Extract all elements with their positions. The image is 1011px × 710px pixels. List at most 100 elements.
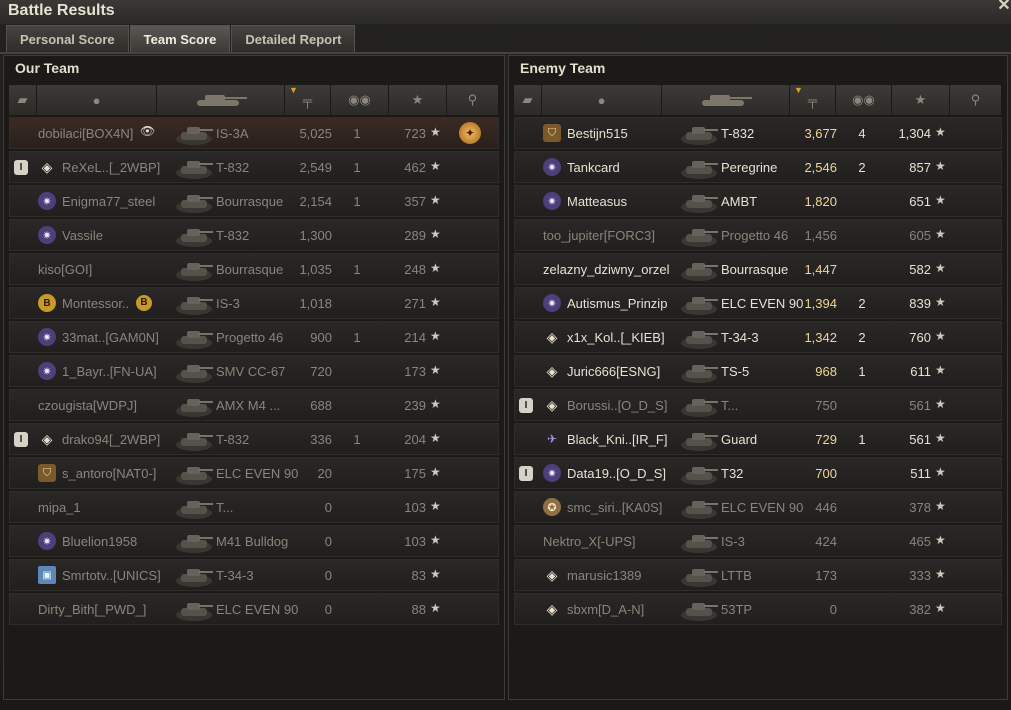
our-team-panel: Our Team ▰ ● ╤ ▼ ◉◉ ★ ⚲ dobilaci[BOX4N] 👁 IS-3A 5… <box>3 55 505 700</box>
kills-value: 4 <box>858 126 866 141</box>
header-kills-icon[interactable]: ◉◉ <box>836 85 892 115</box>
header-platoon-icon[interactable]: ▰ <box>9 85 37 115</box>
player-row[interactable]: ◈ sbxm[D_A-N] 53TP 0 382 ★ <box>514 593 1002 625</box>
close-icon[interactable]: ✕ <box>997 0 1011 14</box>
xp-star-icon: ★ <box>935 193 946 207</box>
player-row[interactable]: ✷ 33mat..[GAM0N] Progetto 46 900 1 214 ★ <box>9 321 499 353</box>
player-icon: ● <box>92 92 101 108</box>
tank-name: M41 Bulldog <box>216 534 289 549</box>
xp-star-icon: ★ <box>430 431 441 445</box>
xp-value: 289 <box>404 228 426 243</box>
player-row[interactable]: ▣ Smrtotv..[UNICS] T-34-3 0 83 ★ <box>9 559 499 591</box>
tank-icon <box>175 494 213 520</box>
player-name: czougista[WDPJ] <box>38 398 137 413</box>
player-row[interactable]: ✷ Autismus_Prinzip ELC EVEN 90 1,394 2 839 ★ <box>514 287 1002 319</box>
battle-results-window: Battle Results ✕ Personal Score Team Sco… <box>0 0 1011 710</box>
tank-name: SMV CC-67 <box>216 364 286 379</box>
tank-name: AMBT <box>721 194 758 209</box>
medal-icon[interactable]: ✦ <box>459 122 481 144</box>
header-xp-star-icon[interactable]: ★ <box>389 85 447 115</box>
player-row[interactable]: I ◈ drako94[_2WBP] T-832 336 1 204 ★ <box>9 423 499 455</box>
header-vehicle-icon[interactable] <box>157 85 285 115</box>
player-row[interactable]: I ✷ Data19..[O_D_S] T32 700 511 ★ <box>514 457 1002 489</box>
player-name: s_antoro[NAT0-] <box>62 466 157 481</box>
player-name: Enigma77_steel <box>62 194 156 209</box>
player-row[interactable]: Dirty_Bith[_PWD_] ELC EVEN 90 0 88 ★ <box>9 593 499 625</box>
player-name: marusic1389 <box>567 568 642 583</box>
xp-star-icon: ★ <box>430 397 441 411</box>
tank-name: T32 <box>721 466 744 481</box>
player-row[interactable]: B Montessor.. B IS-3 1,018 271 ★ <box>9 287 499 319</box>
our-team-rows: dobilaci[BOX4N] 👁 IS-3A 5,025 1 723 ★ ✦ I ◈ ReXeL.… <box>9 117 499 627</box>
damage-value: 900 <box>310 330 332 345</box>
tank-name: TS-5 <box>721 364 750 379</box>
player-row[interactable]: too_jupiter[FORC3] Progetto 46 1,456 605 ★ <box>514 219 1002 251</box>
damage-value: 0 <box>324 568 332 583</box>
kills-icon: ◉◉ <box>348 92 371 107</box>
player-row[interactable]: I ◈ Borussi..[O_D_S] T... 750 561 ★ <box>514 389 1002 421</box>
header-platoon-icon[interactable]: ▰ <box>514 85 542 115</box>
header-medal-icon[interactable]: ⚲ <box>447 85 499 115</box>
player-row[interactable]: ✷ Matteasus AMBT 1,820 651 ★ <box>514 185 1002 217</box>
star-badge-icon: ✷ <box>543 294 561 312</box>
player-row[interactable]: ✷ 1_Bayr..[FN-UA] SMV CC-67 720 173 ★ <box>9 355 499 387</box>
player-row[interactable]: ⛉ s_antoro[NAT0-] ELC EVEN 90 20 175 ★ <box>9 457 499 489</box>
diamond-badge-icon: ◈ <box>546 566 558 583</box>
enemy-team-rows: ⛉ Bestijn515 T-832 3,677 4 1,304 ★ ✷ Tankcard Per… <box>514 117 1002 627</box>
player-name: Borussi..[O_D_S] <box>567 398 668 413</box>
header-kills-icon[interactable]: ◉◉ <box>331 85 389 115</box>
player-row[interactable]: ✈ Black_Kni..[IR_F] Guard 729 1 561 ★ <box>514 423 1002 455</box>
window-title: Battle Results <box>8 2 115 19</box>
player-name: Nektro_X[-UPS] <box>543 534 636 549</box>
damage-value: 336 <box>310 432 332 447</box>
header-player-icon[interactable]: ● <box>542 85 662 115</box>
player-row[interactable]: ✪ smc_siri..[KA0S] ELC EVEN 90 446 378 ★ <box>514 491 1002 523</box>
player-row[interactable]: ✷ Vassile T-832 1,300 289 ★ <box>9 219 499 251</box>
tank-icon <box>680 392 718 418</box>
kills-value: 2 <box>858 160 866 175</box>
xp-value: 271 <box>404 296 426 311</box>
player-row[interactable]: zelazny_dziwny_orzel Bourrasque 1,447 582 ★ <box>514 253 1002 285</box>
tank-icon <box>175 290 213 316</box>
xp-star-icon: ★ <box>430 465 441 479</box>
player-name: Black_Kni..[IR_F] <box>567 432 668 447</box>
player-row[interactable]: ⛉ Bestijn515 T-832 3,677 4 1,304 ★ <box>514 117 1002 149</box>
damage-value: 2,549 <box>299 160 332 175</box>
xp-star-icon: ★ <box>430 227 441 241</box>
player-row[interactable]: dobilaci[BOX4N] 👁 IS-3A 5,025 1 723 ★ ✦ <box>9 117 499 149</box>
player-row[interactable]: I ◈ ReXeL..[_2WBP] T-832 2,549 1 462 ★ <box>9 151 499 183</box>
header-xp-star-icon[interactable]: ★ <box>892 85 950 115</box>
header-damage-icon[interactable]: ╤ ▼ <box>285 85 331 115</box>
player-name: Bestijn515 <box>567 126 628 141</box>
header-player-icon[interactable]: ● <box>37 85 157 115</box>
player-name: ReXeL..[_2WBP] <box>62 160 161 175</box>
tank-name: T... <box>216 500 234 515</box>
header-vehicle-icon[interactable] <box>662 85 790 115</box>
damage-value: 5,025 <box>299 126 332 141</box>
player-row[interactable]: Nektro_X[-UPS] IS-3 424 465 ★ <box>514 525 1002 557</box>
tank-icon <box>680 528 718 554</box>
player-name: zelazny_dziwny_orzel <box>543 262 670 277</box>
xp-value: 561 <box>909 398 931 413</box>
tab-personal-score[interactable]: Personal Score <box>6 25 129 52</box>
medal-icon: ⚲ <box>467 92 478 107</box>
player-row[interactable]: ◈ marusic1389 LTTB 173 333 ★ <box>514 559 1002 591</box>
player-row[interactable]: ✷ Enigma77_steel Bourrasque 2,154 1 357 ★ <box>9 185 499 217</box>
player-row[interactable]: czougista[WDPJ] AMX M4 ... 688 239 ★ <box>9 389 499 421</box>
player-row[interactable]: mipa_1 T... 0 103 ★ <box>9 491 499 523</box>
header-damage-icon[interactable]: ╤ ▼ <box>790 85 836 115</box>
player-row[interactable]: kiso[GOI] Bourrasque 1,035 1 248 ★ <box>9 253 499 285</box>
player-row[interactable]: ◈ x1x_Kol..[_KIEB] T-34-3 1,342 2 760 ★ <box>514 321 1002 353</box>
shield-badge-icon: ⛉ <box>543 124 561 142</box>
player-row[interactable]: ✷ Tankcard Peregrine 2,546 2 857 ★ <box>514 151 1002 183</box>
player-name: 33mat..[GAM0N] <box>62 330 159 345</box>
tab-team-score[interactable]: Team Score <box>129 25 231 52</box>
player-row[interactable]: ◈ Juric666[ESNG] TS-5 968 1 611 ★ <box>514 355 1002 387</box>
tank-icon <box>680 154 718 180</box>
tank-name: Bourrasque <box>216 262 284 277</box>
box-badge-icon: ▣ <box>38 566 56 584</box>
tab-detailed-report[interactable]: Detailed Report <box>231 25 356 52</box>
player-row[interactable]: ✷ Bluelion1958 M41 Bulldog 0 103 ★ <box>9 525 499 557</box>
header-medal-icon[interactable]: ⚲ <box>950 85 1002 115</box>
damage-value: 1,342 <box>804 330 837 345</box>
